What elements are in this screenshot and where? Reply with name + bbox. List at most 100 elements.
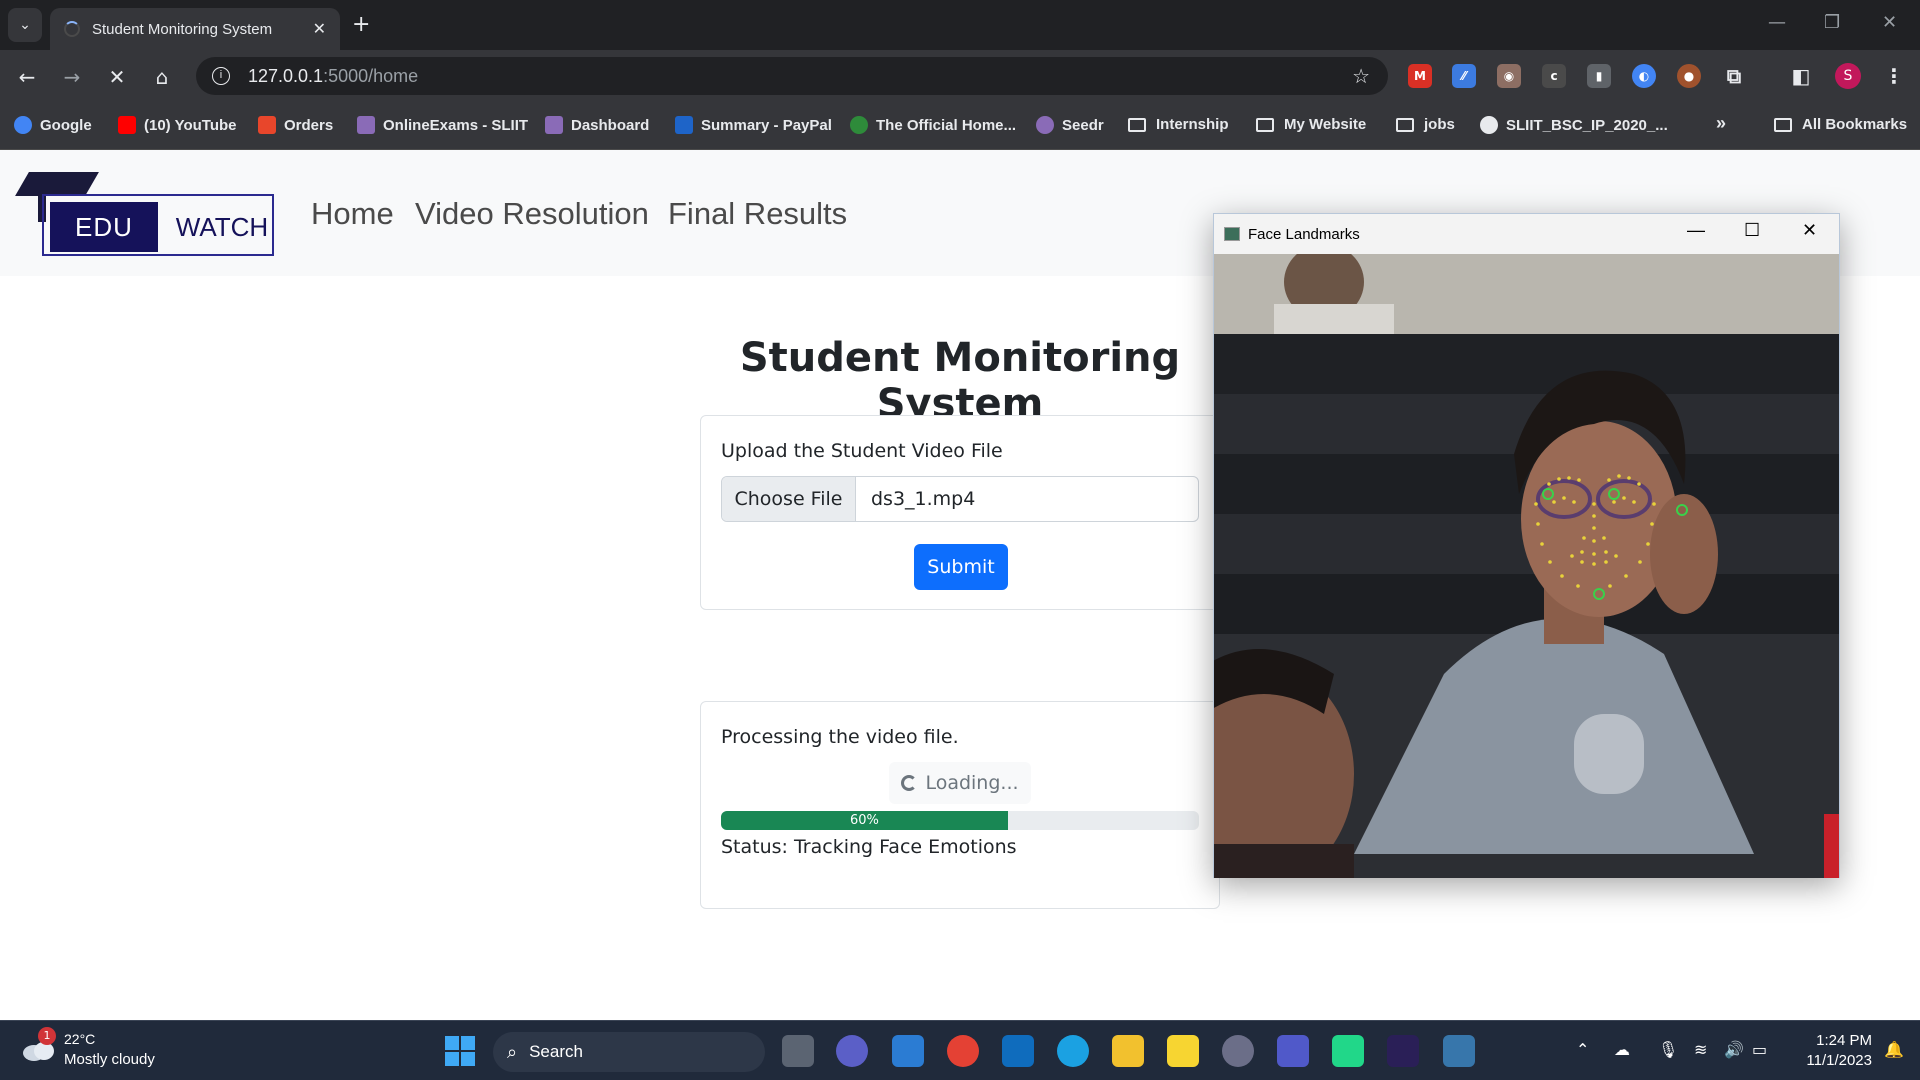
bookmark-star-icon[interactable]: ☆ [1352, 64, 1370, 89]
menu-kebab-icon[interactable]: ⋮ [1882, 64, 1906, 88]
extension-icon[interactable]: ▮ [1587, 64, 1611, 88]
battery-icon[interactable]: ▭ [1752, 1040, 1767, 1059]
bookmark-label: Internship [1156, 116, 1229, 133]
bookmarks-overflow-button[interactable]: » [1716, 113, 1726, 134]
volume-icon[interactable]: 🔊 [1724, 1040, 1744, 1059]
loading-label: Loading... [925, 772, 1019, 794]
bookmark-folder-my-website[interactable]: My Website [1256, 116, 1366, 133]
restore-icon[interactable]: ❐ [1824, 12, 1840, 33]
maximize-icon[interactable]: ☐ [1744, 220, 1760, 241]
extension-icon[interactable]: ⁄⁄ [1452, 64, 1476, 88]
bookmark-label: All Bookmarks [1802, 116, 1908, 133]
tab-search-chevron-icon[interactable]: ⌄ [8, 8, 42, 42]
submit-button[interactable]: Submit [914, 544, 1008, 590]
python-icon[interactable] [1443, 1035, 1475, 1067]
chrome-icon[interactable] [947, 1035, 979, 1067]
extension-icon[interactable]: c [1542, 64, 1566, 88]
nav-final-results[interactable]: Final Results [668, 196, 847, 232]
nav-home[interactable]: Home [311, 196, 394, 232]
teams-icon[interactable] [1277, 1035, 1309, 1067]
bookmark-sliit-bsc[interactable]: SLIIT_BSC_IP_2020_... [1480, 116, 1668, 134]
nav-video-resolution[interactable]: Video Resolution [415, 196, 649, 232]
edu-watch-logo[interactable]: EDU WATCH [15, 172, 274, 256]
meet-icon[interactable] [836, 1035, 868, 1067]
taskbar-search[interactable]: ⌕ Search [493, 1032, 765, 1072]
bookmark-label: Dashboard [571, 116, 650, 134]
weather-notification-badge: 1 [38, 1027, 56, 1045]
url-host: 127.0.0.1 [248, 65, 324, 86]
page-title: Student Monitoring System [739, 335, 1181, 427]
bookmark-folder-internship[interactable]: Internship [1128, 116, 1229, 133]
bookmark-google[interactable]: Google [14, 116, 92, 134]
cookie-extension-icon[interactable]: ● [1677, 64, 1701, 88]
stop-loading-icon[interactable]: ✕ [102, 62, 132, 92]
logo-watch: WATCH [175, 211, 269, 242]
home-icon[interactable]: ⌂ [147, 62, 177, 92]
store-icon[interactable] [892, 1035, 924, 1067]
notification-bell-icon[interactable]: 🔔 [1884, 1040, 1904, 1059]
close-window-icon[interactable]: ✕ [1882, 12, 1897, 33]
gmail-extension-icon[interactable]: M [1408, 64, 1432, 88]
bookmark-dashboard[interactable]: Dashboard [545, 116, 649, 134]
extension-icon[interactable]: ◐ [1632, 64, 1656, 88]
forward-icon[interactable]: → [57, 62, 87, 92]
bookmark-label: SLIIT_BSC_IP_2020_... [1506, 116, 1668, 134]
video-frame-image [1214, 254, 1839, 878]
player-icon[interactable] [1167, 1035, 1199, 1067]
site-info-icon[interactable]: i [212, 67, 230, 85]
face-landmarks-titlebar[interactable]: Face Landmarks — ☐ ✕ [1214, 214, 1839, 254]
back-icon[interactable]: ← [12, 62, 42, 92]
close-icon[interactable]: ✕ [1802, 220, 1817, 241]
minimize-icon[interactable]: — [1768, 12, 1786, 33]
file-explorer-icon[interactable] [1112, 1035, 1144, 1067]
choose-file-button[interactable]: Choose File [722, 477, 856, 521]
premiere-icon[interactable] [1387, 1035, 1419, 1067]
bookmark-seedr[interactable]: Seedr [1036, 116, 1104, 134]
loading-button[interactable]: Loading... [889, 762, 1031, 804]
orders-icon [258, 116, 276, 134]
windows-start-icon[interactable] [445, 1036, 475, 1066]
youtube-icon [118, 116, 136, 134]
task-view-icon[interactable] [782, 1035, 814, 1067]
extensions-puzzle-icon[interactable]: ⧉ [1722, 64, 1746, 88]
weather-description[interactable]: Mostly cloudy [64, 1051, 155, 1068]
app-icon[interactable] [1222, 1035, 1254, 1067]
weather-temperature[interactable]: 22°C [64, 1031, 95, 1047]
tray-overflow-icon[interactable]: ⌃ [1576, 1040, 1589, 1059]
side-panel-icon[interactable]: ◧ [1789, 64, 1813, 88]
bookmark-label: The Official Home... [876, 116, 1017, 134]
pycharm-icon[interactable] [1332, 1035, 1364, 1067]
edge-icon[interactable] [1057, 1035, 1089, 1067]
taskbar-clock[interactable]: 1:24 PM 11/1/2023 [1772, 1031, 1872, 1071]
microphone-icon[interactable]: 🎙 [1658, 1040, 1678, 1059]
tab-student-monitoring[interactable]: Student Monitoring System ✕ [50, 8, 340, 50]
address-bar[interactable]: i 127.0.0.1:5000/home ☆ [196, 57, 1388, 95]
bookmark-orders[interactable]: Orders [258, 116, 333, 134]
extension-icon[interactable]: ◉ [1497, 64, 1521, 88]
loading-spinner-icon [64, 21, 80, 37]
tab-close-icon[interactable]: ✕ [313, 19, 326, 39]
taskbar-search-label: Search [529, 1042, 583, 1061]
paypal-icon [675, 116, 693, 134]
site-icon [850, 116, 868, 134]
all-bookmarks-button[interactable]: All Bookmarks [1774, 116, 1907, 133]
onedrive-icon[interactable]: ☁ [1614, 1040, 1630, 1059]
file-input[interactable]: Choose File ds3_1.mp4 [721, 476, 1199, 522]
new-tab-button[interactable]: + [352, 12, 370, 37]
bookmark-official-home[interactable]: The Official Home... [850, 116, 1016, 134]
profile-avatar[interactable]: S [1835, 63, 1861, 89]
mail-icon[interactable] [1002, 1035, 1034, 1067]
wifi-icon[interactable]: ≋ [1694, 1040, 1707, 1059]
face-landmarks-window[interactable]: Face Landmarks — ☐ ✕ [1213, 213, 1840, 878]
bookmark-paypal[interactable]: Summary - PayPal [675, 116, 832, 134]
bookmark-label: Summary - PayPal [701, 116, 832, 134]
bookmark-youtube[interactable]: (10) YouTube [118, 116, 237, 134]
bookmark-folder-jobs[interactable]: jobs [1396, 116, 1455, 133]
bookmark-onlineexams[interactable]: OnlineExams - SLIIT [357, 116, 528, 134]
sliit-icon [357, 116, 375, 134]
tab-title: Student Monitoring System [92, 20, 273, 38]
search-icon: ⌕ [507, 1041, 518, 1062]
bookmark-label: Seedr [1062, 116, 1104, 134]
minimize-icon[interactable]: — [1687, 220, 1705, 241]
globe-icon [1480, 116, 1498, 134]
